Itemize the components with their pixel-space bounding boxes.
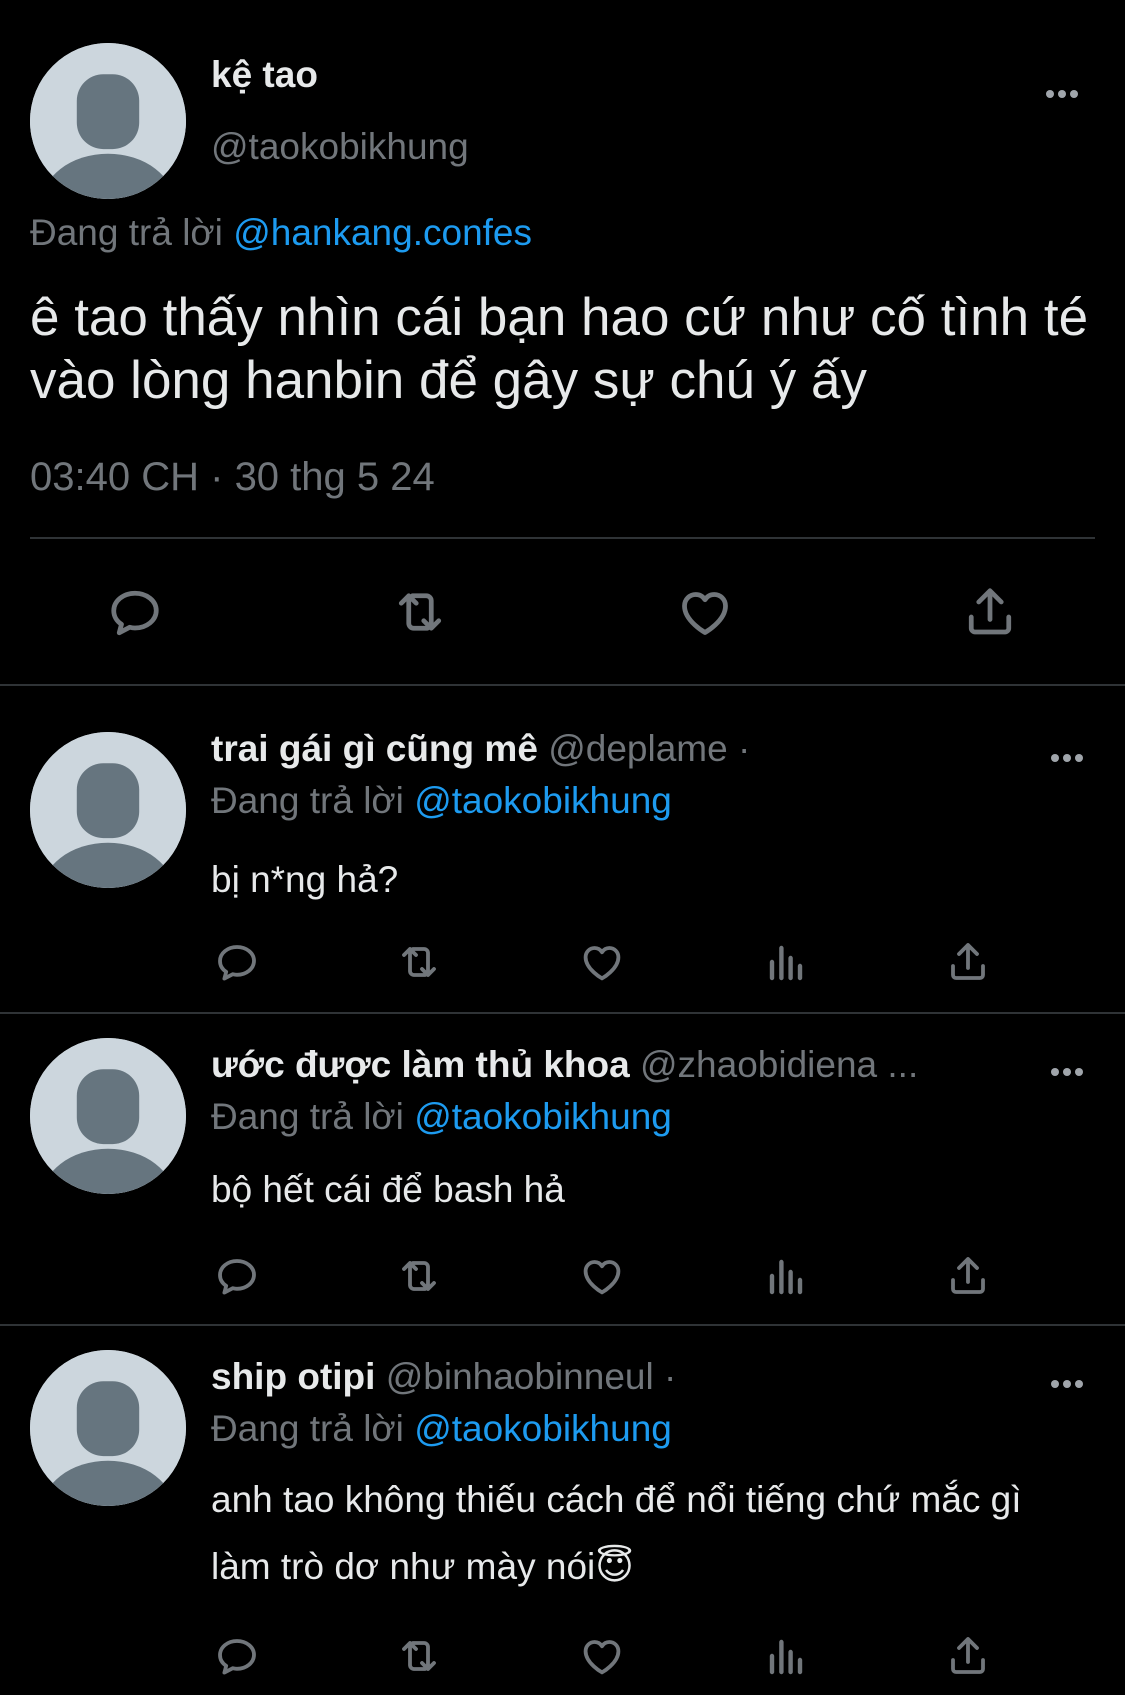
author-name[interactable]: ship otipi [211, 1356, 375, 1397]
reply-icon[interactable] [213, 1632, 261, 1680]
replying-to-mention[interactable]: @taokobikhung [414, 780, 672, 821]
replying-to-label: Đang trả lời [211, 780, 404, 821]
author-name[interactable]: trai gái gì cũng mê [211, 728, 538, 769]
replying-to: Đang trả lời @taokobikhung [211, 1096, 672, 1138]
author-handle[interactable]: @binhaobinneul · [386, 1356, 677, 1397]
author-handle[interactable]: @taokobikhung [211, 126, 469, 168]
views-icon[interactable] [762, 1632, 810, 1680]
author-handle[interactable]: @deplame · [548, 728, 750, 769]
reply-icon[interactable] [213, 1252, 261, 1300]
tweet-text: ê tao thấy nhìn cái bạn hao cứ như cố tì… [30, 288, 1089, 410]
reply-header: ước được làm thủ khoa @zhaobidiena ... [211, 1044, 918, 1086]
replying-to-mention[interactable]: @hankang.confes [233, 212, 532, 253]
share-icon[interactable] [944, 1252, 992, 1300]
reply-tweet[interactable]: ship otipi @binhaobinneul · Đang trả lời… [0, 1326, 1125, 1695]
author-handle[interactable]: @zhaobidiena ... [640, 1044, 918, 1085]
tweet-time: 03:40 CH [30, 455, 199, 499]
more-options-icon[interactable] [1047, 748, 1087, 768]
like-icon[interactable] [578, 938, 626, 986]
avatar[interactable] [30, 43, 186, 199]
author-name[interactable]: ước được làm thủ khoa [211, 1044, 630, 1085]
tweet-date: 30 thg 5 24 [234, 455, 435, 499]
like-icon[interactable] [578, 1632, 626, 1680]
more-options-icon[interactable] [1042, 84, 1082, 104]
reply-tweet[interactable]: trai gái gì cũng mê @deplame · Đang trả … [0, 686, 1125, 1012]
reply-icon[interactable] [213, 938, 261, 986]
replying-to: Đang trả lời @taokobikhung [211, 1408, 672, 1450]
share-icon[interactable] [944, 1632, 992, 1680]
avatar[interactable] [30, 732, 186, 888]
replying-to-label: Đang trả lời [30, 212, 223, 253]
replying-to: Đang trả lời @taokobikhung [211, 780, 672, 822]
tweet-text: bộ hết cái để bash hả [211, 1169, 565, 1210]
author-name[interactable]: kệ tao [211, 54, 318, 96]
replying-to-label: Đang trả lời [211, 1408, 404, 1449]
meta-separator: · [210, 455, 224, 499]
divider [30, 537, 1095, 539]
tweet-timestamp[interactable]: 03:40 CH · 30 thg 5 24 [30, 455, 435, 500]
share-icon[interactable] [960, 582, 1020, 642]
more-options-icon[interactable] [1047, 1374, 1087, 1394]
retweet-icon[interactable] [395, 1252, 443, 1300]
reply-icon[interactable] [105, 582, 165, 642]
like-icon[interactable] [578, 1252, 626, 1300]
tweet-text: anh tao không thiếu cách để nổi tiếng ch… [211, 1479, 1022, 1587]
reply-tweet[interactable]: ước được làm thủ khoa @zhaobidiena ... Đ… [0, 1014, 1125, 1324]
avatar[interactable] [30, 1350, 186, 1506]
retweet-icon[interactable] [390, 582, 450, 642]
replying-to-label: Đang trả lời [211, 1096, 404, 1137]
avatar[interactable] [30, 1038, 186, 1194]
views-icon[interactable] [762, 938, 810, 986]
reply-header: ship otipi @binhaobinneul · [211, 1356, 676, 1398]
replying-to: Đang trả lời @hankang.confes [30, 212, 532, 254]
tweet-text: bị n*ng hả? [211, 859, 399, 900]
views-icon[interactable] [762, 1252, 810, 1300]
replying-to-mention[interactable]: @taokobikhung [414, 1408, 672, 1449]
retweet-icon[interactable] [395, 938, 443, 986]
reply-header: trai gái gì cũng mê @deplame · [211, 728, 750, 770]
like-icon[interactable] [675, 582, 735, 642]
retweet-icon[interactable] [395, 1632, 443, 1680]
more-options-icon[interactable] [1047, 1062, 1087, 1082]
replying-to-mention[interactable]: @taokobikhung [414, 1096, 672, 1137]
share-icon[interactable] [944, 938, 992, 986]
